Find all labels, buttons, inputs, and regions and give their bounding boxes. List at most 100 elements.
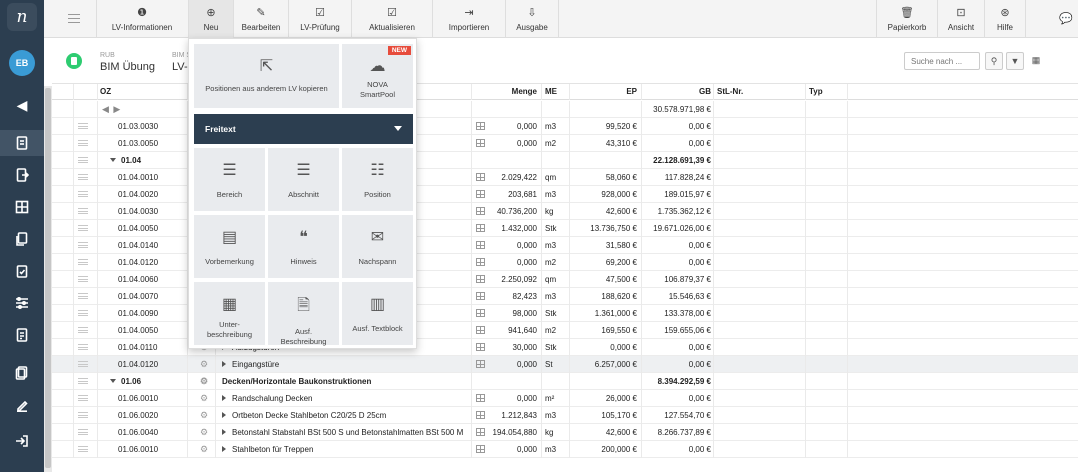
row-menge[interactable]: 82,423 xyxy=(472,288,542,305)
expand-caret-icon[interactable] xyxy=(222,429,226,435)
row-menge[interactable]: 2.029,422 xyxy=(472,169,542,186)
gear-icon[interactable]: ⚙ xyxy=(200,393,208,403)
row-typ[interactable] xyxy=(806,407,848,424)
row-oz[interactable]: 01.04.0140 xyxy=(98,237,188,254)
row-ep[interactable]: 42,600 € xyxy=(570,203,642,220)
row-oz[interactable]: 01.04 xyxy=(98,152,188,169)
row-handle-cell[interactable] xyxy=(74,186,98,203)
group-row[interactable]: 01.06 ⚙ Decken/Horizontale Baukonstruktion… xyxy=(52,373,1078,390)
calculator-icon[interactable] xyxy=(476,394,485,402)
row-me[interactable]: m3 xyxy=(542,407,570,424)
row-oz[interactable]: 01.04.0120 xyxy=(98,356,188,373)
row-stl-nr[interactable] xyxy=(714,339,806,356)
rail-report-icon[interactable] xyxy=(0,322,44,348)
row-gear-cell[interactable]: ⚙ xyxy=(188,390,216,407)
row-me[interactable]: m3 xyxy=(542,186,570,203)
row-typ[interactable] xyxy=(806,373,848,390)
header-gb[interactable]: GB xyxy=(642,84,714,100)
calculator-icon[interactable] xyxy=(476,224,485,232)
row-me[interactable]: Stk xyxy=(542,220,570,237)
freitext-dropdown[interactable]: Freitext xyxy=(194,114,413,144)
row-handle-cell[interactable] xyxy=(74,271,98,288)
row-typ[interactable] xyxy=(806,288,848,305)
tile-bereich[interactable]: ☰ Bereich xyxy=(194,148,265,211)
row-me[interactable]: kg xyxy=(542,424,570,441)
header-ep[interactable]: EP xyxy=(570,84,642,100)
rail-import-doc-icon[interactable] xyxy=(0,162,44,188)
row-oz[interactable]: 01.06.0040 xyxy=(98,424,188,441)
drag-handle-icon[interactable] xyxy=(78,310,88,316)
drag-handle-icon[interactable] xyxy=(78,344,88,350)
row-stl-nr[interactable] xyxy=(714,390,806,407)
drag-handle-icon[interactable] xyxy=(78,225,88,231)
row-ep[interactable]: 1.361,000 € xyxy=(570,305,642,322)
tile-unter-beschreibung[interactable]: ▦ Unter- beschreibung xyxy=(194,282,265,345)
drag-handle-icon[interactable] xyxy=(78,174,88,180)
row-oz[interactable]: 01.06.0010 xyxy=(98,441,188,458)
tile-nachspann[interactable]: ✉ Nachspann xyxy=(342,215,413,278)
rail-pen-icon[interactable] xyxy=(0,392,44,418)
row-handle-cell[interactable] xyxy=(74,356,98,373)
row-me[interactable] xyxy=(542,101,570,118)
row-text[interactable]: Stahlbeton für Treppen xyxy=(216,441,472,458)
toolbar-ausgabe-button[interactable]: ⇩ Ausgabe xyxy=(506,0,558,38)
row-ep[interactable]: 169,550 € xyxy=(570,322,642,339)
table-row[interactable]: 01.06.0010 ⚙ Randschalung Decken 0,000 m² 26,… xyxy=(52,390,1078,407)
tile-hinweis[interactable]: ❝ Hinweis xyxy=(268,215,339,278)
row-me[interactable]: m3 xyxy=(542,288,570,305)
calculator-icon[interactable] xyxy=(476,173,485,181)
row-typ[interactable] xyxy=(806,441,848,458)
row-oz[interactable]: 01.04.0060 xyxy=(98,271,188,288)
row-menge[interactable]: 0,000 xyxy=(472,237,542,254)
gear-icon[interactable]: ⚙ xyxy=(200,410,208,420)
row-typ[interactable] xyxy=(806,169,848,186)
drag-handle-icon[interactable] xyxy=(78,191,88,197)
row-ep[interactable]: 58,060 € xyxy=(570,169,642,186)
calculator-icon[interactable] xyxy=(476,258,485,266)
menu-hamburger-icon[interactable] xyxy=(68,14,80,23)
calculator-icon[interactable] xyxy=(476,445,485,453)
scrollbar-thumb[interactable] xyxy=(45,88,51,468)
row-typ[interactable] xyxy=(806,339,848,356)
row-ep[interactable]: 105,170 € xyxy=(570,407,642,424)
row-menge[interactable] xyxy=(472,152,542,169)
row-ep[interactable]: 69,200 € xyxy=(570,254,642,271)
row-menge[interactable]: 0,000 xyxy=(472,390,542,407)
tile-ausf-beschreibung[interactable]: 🗎 Ausf. Beschreibung xyxy=(268,282,339,346)
row-stl-nr[interactable] xyxy=(714,424,806,441)
row-handle-cell[interactable] xyxy=(74,424,98,441)
row-stl-nr[interactable] xyxy=(714,118,806,135)
calculator-icon[interactable] xyxy=(476,122,485,130)
row-oz[interactable]: 01.06.0010 xyxy=(98,390,188,407)
row-menge[interactable]: 0,000 xyxy=(472,356,542,373)
row-stl-nr[interactable] xyxy=(714,237,806,254)
expand-caret-icon[interactable] xyxy=(222,395,226,401)
row-menge[interactable]: 40.736,200 xyxy=(472,203,542,220)
toolbar-lv-informationen-button[interactable]: ❶ LV-Informationen xyxy=(98,0,186,38)
calculator-icon[interactable] xyxy=(476,343,485,351)
tile-position[interactable]: ☷ Position xyxy=(342,148,413,211)
row-oz[interactable]: 01.04.0020 xyxy=(98,186,188,203)
expand-caret-icon[interactable] xyxy=(110,158,116,162)
row-me[interactable]: m3 xyxy=(542,118,570,135)
rail-model-icon[interactable] xyxy=(0,194,44,220)
row-handle-cell[interactable] xyxy=(74,407,98,424)
copy-positions-tile[interactable]: ⇱ Positionen aus anderem LV kopieren xyxy=(194,44,339,108)
project-title[interactable]: BIM Übung xyxy=(100,61,155,73)
row-me[interactable]: m3 xyxy=(542,441,570,458)
drag-handle-icon[interactable] xyxy=(78,395,88,401)
filter-icon[interactable]: ▼ xyxy=(1006,52,1024,70)
row-menge[interactable] xyxy=(472,101,542,118)
row-stl-nr[interactable] xyxy=(714,322,806,339)
drag-handle-icon[interactable] xyxy=(78,327,88,333)
drag-handle-icon[interactable] xyxy=(78,157,88,163)
toolbar-lv-pruefung-button[interactable]: ☑ LV-Prüfung xyxy=(289,0,351,38)
row-menge[interactable]: 0,000 xyxy=(472,254,542,271)
row-stl-nr[interactable] xyxy=(714,101,806,118)
row-oz[interactable]: 01.03.0050 xyxy=(98,135,188,152)
row-handle-cell[interactable] xyxy=(74,118,98,135)
calculator-icon[interactable] xyxy=(476,241,485,249)
expand-caret-icon[interactable] xyxy=(222,361,226,367)
row-ep[interactable] xyxy=(570,152,642,169)
expand-caret-icon[interactable] xyxy=(222,446,226,452)
